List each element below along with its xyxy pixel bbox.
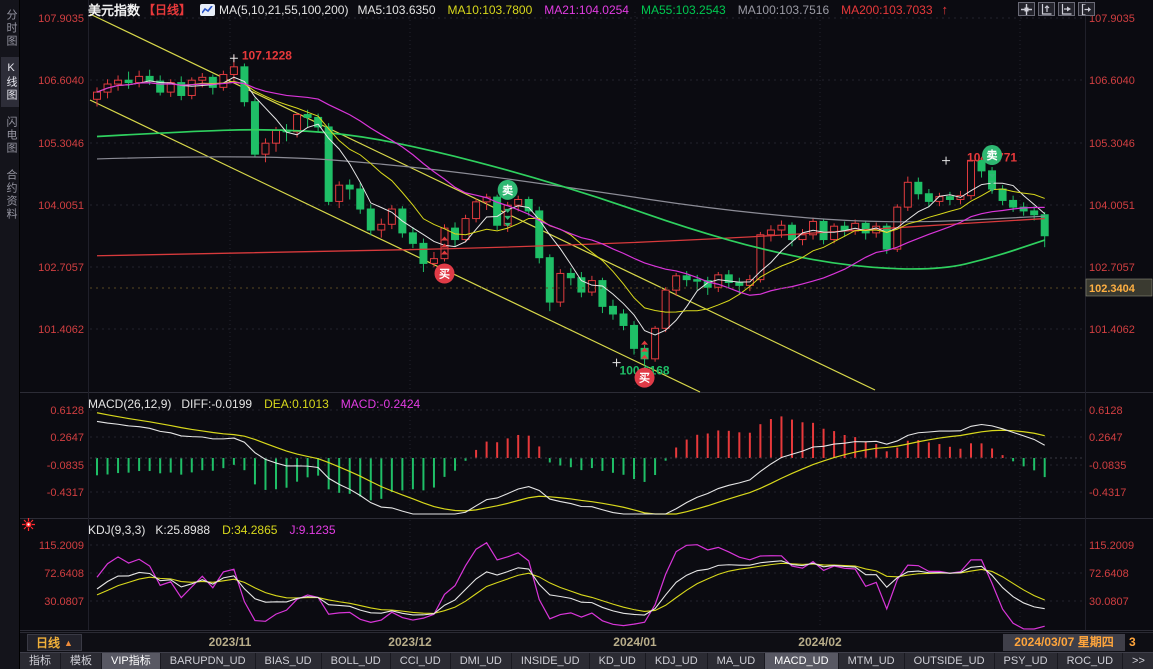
svg-text:卖: 卖	[502, 183, 513, 197]
axis-scale-up-icon[interactable]	[1038, 2, 1055, 16]
toolbar-item-kd_ud[interactable]: KD_UD	[590, 653, 646, 669]
kdj-panel-title: KDJ(9,3,3) K:25.8988 D:34.2865 J:9.1235	[88, 523, 336, 537]
svg-text:107.9035: 107.9035	[38, 13, 84, 25]
chart-canvas[interactable]: 107.9035 107.9035 106.6040 106.6040 105.3046…	[0, 0, 1153, 632]
panel-exit-icon[interactable]	[1078, 2, 1095, 16]
svg-text:卖: 卖	[987, 148, 998, 162]
trend-up-arrow-icon: ↑	[942, 2, 949, 17]
date-axis-row: 日线 ▲ 2024/03/07 星期四 3 2023/11 2023/12 2024…	[20, 632, 1153, 652]
svg-text:104.0051: 104.0051	[1089, 200, 1135, 212]
date-label: 2023/11	[209, 635, 252, 649]
indicator-value-label: MACD:-0.2424	[341, 397, 420, 411]
toolbar-item->>[interactable]: >>	[1123, 653, 1153, 669]
macd-panel-title: MACD(26,12,9) DIFF:-0.0199 DEA:0.1013 MACD…	[88, 397, 420, 411]
ma-value-label: MA55:103.2543	[641, 3, 726, 17]
date-suffix: 3	[1129, 635, 1136, 649]
svg-text:106.6040: 106.6040	[1089, 75, 1135, 87]
indicator-toolbar: 指标模板VIP指标BARUPDN_UDBIAS_UDBOLL_UDCCI_UDD…	[20, 652, 1153, 669]
svg-text:107.1228: 107.1228	[242, 48, 292, 62]
toolbar-item-outside_ud[interactable]: OUTSIDE_UD	[905, 653, 995, 669]
toolbar-item-[interactable]: 指标	[20, 653, 61, 669]
svg-text:102.7057: 102.7057	[1089, 262, 1135, 274]
date-label: 2024/02	[798, 635, 841, 649]
chart-header: 美元指数 【日线】 MA(5,10,21,55,100,200) MA5:103…	[88, 1, 948, 18]
svg-text:-0.0835: -0.0835	[1089, 460, 1126, 472]
toolbar-item-ma_ud[interactable]: MA_UD	[708, 653, 766, 669]
svg-text:-0.4317: -0.4317	[1089, 487, 1126, 499]
toolbar-item-boll_ud[interactable]: BOLL_UD	[322, 653, 391, 669]
svg-text:0.2647: 0.2647	[50, 432, 84, 444]
ma-value-label: MA21:104.0254	[544, 3, 629, 17]
ma-values: MA5:103.6350 MA10:103.7800 MA21:104.0254 MA…	[357, 3, 932, 17]
sidebar-item-分时图[interactable]: 分时图	[1, 4, 19, 53]
toolbar-item-bias_ud[interactable]: BIAS_UD	[256, 653, 322, 669]
toolbar-item-cci_ud[interactable]: CCI_UD	[391, 653, 451, 669]
period-selector-button[interactable]: 日线 ▲	[27, 634, 82, 651]
svg-text:102.3404: 102.3404	[1089, 283, 1136, 295]
toolbar-item-[interactable]: 模板	[61, 653, 102, 669]
period-tag: 【日线】	[143, 1, 191, 18]
macd-values: DIFF:-0.0199 DEA:0.1013 MACD:-0.2424	[181, 397, 420, 411]
left-sidebar: 分时图 K线图闪电图合约资料	[0, 0, 20, 669]
toolbar-item-kdj_ud[interactable]: KDJ_UD	[646, 653, 708, 669]
kdj-title: KDJ(9,3,3)	[88, 523, 145, 537]
svg-text:0.6128: 0.6128	[50, 405, 84, 417]
indicator-value-label: J:9.1235	[289, 523, 335, 537]
svg-text:买: 买	[639, 372, 650, 385]
toolbar-item-roc_ud[interactable]: ROC_UD	[1058, 653, 1123, 669]
svg-text:106.6040: 106.6040	[38, 75, 84, 87]
svg-text:105.3046: 105.3046	[1089, 138, 1135, 150]
svg-text:72.6408: 72.6408	[1089, 568, 1129, 580]
svg-text:105.3046: 105.3046	[38, 138, 84, 150]
kdj-values: K:25.8988 D:34.2865 J:9.1235	[155, 523, 335, 537]
svg-text:-0.0835: -0.0835	[47, 460, 84, 472]
indicator-value-label: D:34.2865	[222, 523, 277, 537]
toolbar-item-macd_ud[interactable]: MACD_UD	[765, 653, 838, 669]
sidebar-item-合约资料[interactable]: 合约资料	[1, 164, 19, 226]
date-label: 2024/01	[613, 635, 656, 649]
indicator-value-label: DEA:0.1013	[264, 397, 329, 411]
indicator-value-label: K:25.8988	[155, 523, 210, 537]
svg-text:30.0807: 30.0807	[1089, 596, 1129, 608]
svg-text:买: 买	[439, 268, 450, 281]
date-label: 2023/12	[388, 635, 431, 649]
toolbar-item-mtm_ud[interactable]: MTM_UD	[839, 653, 905, 669]
svg-text:104.0051: 104.0051	[38, 200, 84, 212]
svg-text:0.2647: 0.2647	[1089, 432, 1123, 444]
toolbar-item-dmi_ud[interactable]: DMI_UD	[451, 653, 512, 669]
sidebar-item-K线图[interactable]: K线图	[1, 57, 19, 107]
toolbar-item-inside_ud[interactable]: INSIDE_UD	[512, 653, 590, 669]
toolbar-item-vip[interactable]: VIP指标	[102, 653, 161, 669]
triangle-up-icon: ▲	[64, 638, 73, 648]
svg-text:107.9035: 107.9035	[1089, 13, 1135, 25]
indicator-value-label: DIFF:-0.0199	[181, 397, 252, 411]
toolbar-item-barupdn_ud[interactable]: BARUPDN_UD	[161, 653, 256, 669]
period-label: 日线	[36, 634, 60, 651]
alert-icon[interactable]	[21, 517, 36, 537]
svg-text:-0.4317: -0.4317	[47, 487, 84, 499]
svg-text:72.6408: 72.6408	[44, 568, 84, 580]
svg-text:101.4062: 101.4062	[1089, 324, 1135, 336]
ma-value-label: MA100:103.7516	[738, 3, 829, 17]
toolbar-item-psy_ud[interactable]: PSY_UD	[995, 653, 1058, 669]
move-icon[interactable]	[1018, 2, 1035, 16]
current-date-highlight: 2024/03/07 星期四	[1003, 634, 1125, 651]
svg-text:115.2009: 115.2009	[39, 540, 84, 552]
svg-text:101.4062: 101.4062	[38, 324, 84, 336]
symbol-title: 美元指数	[88, 0, 140, 19]
svg-text:115.2009: 115.2009	[1089, 540, 1134, 552]
axis-scale-right-icon[interactable]	[1058, 2, 1075, 16]
sidebar-item-闪电图[interactable]: 闪电图	[1, 111, 19, 160]
ma-group-label: MA(5,10,21,55,100,200)	[219, 3, 348, 17]
window-buttons	[1018, 2, 1095, 16]
ma-value-label: MA5:103.6350	[357, 3, 435, 17]
ma-value-label: MA10:103.7800	[448, 3, 533, 17]
ma-value-label: MA200:103.7033	[841, 3, 932, 17]
svg-text:30.0807: 30.0807	[44, 596, 84, 608]
indicator-chart-icon[interactable]	[200, 4, 215, 16]
macd-title: MACD(26,12,9)	[88, 397, 171, 411]
svg-text:102.7057: 102.7057	[38, 262, 84, 274]
svg-text:0.6128: 0.6128	[1089, 405, 1123, 417]
